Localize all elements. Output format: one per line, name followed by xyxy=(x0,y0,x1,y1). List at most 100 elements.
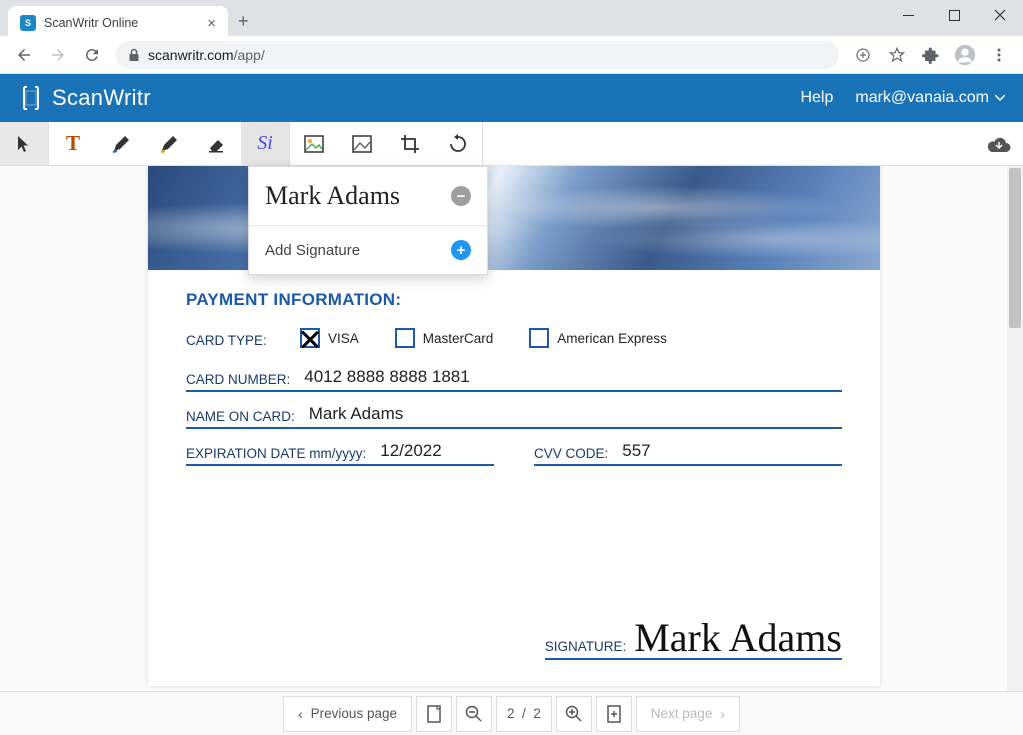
name-on-card-row: NAME ON CARD: Mark Adams xyxy=(186,404,842,429)
insert-picture-tool-button[interactable] xyxy=(338,122,386,165)
section-title: PAYMENT INFORMATION: xyxy=(186,290,842,310)
new-tab-button[interactable]: + xyxy=(238,11,249,32)
select-tool-button[interactable] xyxy=(0,122,48,165)
help-link[interactable]: Help xyxy=(800,89,833,107)
pen-tool-button[interactable] xyxy=(97,122,145,165)
page-total: 2 xyxy=(533,706,541,721)
signature-line: SIGNATURE: Mark Adams xyxy=(545,618,842,660)
export-cloud-button[interactable] xyxy=(975,122,1023,165)
app-header: ScanWritr Help mark@vanaia.com xyxy=(0,74,1023,122)
add-signature-button[interactable]: + xyxy=(451,240,471,260)
card-number-label: CARD NUMBER: xyxy=(186,372,290,387)
rotate-tool-button[interactable] xyxy=(434,122,482,165)
rotate-icon xyxy=(448,134,468,154)
image-icon xyxy=(304,135,324,153)
scrollbar-thumb[interactable] xyxy=(1009,168,1021,328)
signature-item[interactable]: Mark Adams − xyxy=(249,167,487,225)
nav-reload-button[interactable] xyxy=(76,39,108,71)
profile-avatar-icon[interactable] xyxy=(949,39,981,71)
page-current: 2 xyxy=(507,706,515,721)
text-tool-button[interactable]: T xyxy=(49,122,97,165)
add-signature-item[interactable]: Add Signature + xyxy=(249,225,487,274)
browser-address-bar: scanwritr.com/app/ xyxy=(0,36,1023,74)
name-on-card-value: Mark Adams xyxy=(309,404,403,424)
zoom-badge-icon[interactable] xyxy=(847,39,879,71)
extensions-icon[interactable] xyxy=(915,39,947,71)
document-canvas: PAYMENT INFORMATION: CARD TYPE: VISA Mas… xyxy=(0,166,1023,691)
previous-page-button[interactable]: ‹ Previous page xyxy=(283,696,412,732)
cloud-download-icon xyxy=(987,135,1011,153)
nav-back-button[interactable] xyxy=(8,39,40,71)
next-page-button[interactable]: Next page › xyxy=(636,696,740,732)
zoom-out-button[interactable] xyxy=(456,696,492,732)
app-title: ScanWritr xyxy=(52,85,151,111)
picture-icon xyxy=(352,135,372,153)
vertical-scrollbar[interactable] xyxy=(1007,166,1023,691)
crop-tool-button[interactable] xyxy=(386,122,434,165)
page-add-icon xyxy=(606,705,622,723)
app-logo-icon xyxy=(18,85,44,111)
remove-signature-button[interactable]: − xyxy=(451,186,471,206)
nav-forward-button[interactable] xyxy=(42,39,74,71)
card-type-mastercard[interactable]: MasterCard xyxy=(395,328,494,348)
chevron-right-icon: › xyxy=(720,706,725,722)
expiration-row: EXPIRATION DATE mm/yyyy: 12/2022 xyxy=(186,441,494,466)
bookmark-star-icon[interactable] xyxy=(881,39,913,71)
signature-dropdown: Mark Adams − Add Signature + xyxy=(248,166,488,275)
url-text: scanwritr.com/app/ xyxy=(148,47,265,63)
insert-image-tool-button[interactable] xyxy=(290,122,338,165)
zoom-in-icon xyxy=(565,705,583,723)
cvv-label: CVV CODE: xyxy=(534,446,608,461)
window-controls xyxy=(885,0,1023,30)
pen-icon xyxy=(111,134,131,154)
expiration-value: 12/2022 xyxy=(380,441,441,461)
lock-icon xyxy=(128,48,140,62)
card-type-row: CARD TYPE: VISA MasterCard American Expr… xyxy=(186,328,842,351)
user-menu[interactable]: mark@vanaia.com xyxy=(855,89,1005,107)
user-email: mark@vanaia.com xyxy=(855,89,989,107)
signature-label: SIGNATURE: xyxy=(545,639,627,658)
eraser-tool-button[interactable] xyxy=(193,122,241,165)
eraser-icon xyxy=(207,135,227,153)
card-type-visa[interactable]: VISA xyxy=(300,328,359,348)
card-number-value: 4012 8888 8888 1881 xyxy=(304,367,469,387)
checkbox-checked-icon xyxy=(300,328,320,348)
name-on-card-label: NAME ON CARD: xyxy=(186,409,295,424)
card-type-amex[interactable]: American Express xyxy=(529,328,667,348)
cvv-row: CVV CODE: 557 xyxy=(534,441,842,466)
browser-menu-icon[interactable] xyxy=(983,39,1015,71)
signature-icon: Si xyxy=(257,132,273,155)
checkbox-icon xyxy=(395,328,415,348)
tab-close-button[interactable]: × xyxy=(207,15,216,32)
zoom-in-button[interactable] xyxy=(556,696,592,732)
favicon-icon: S xyxy=(20,15,36,31)
signature-image: Mark Adams xyxy=(634,618,842,658)
tab-title: ScanWritr Online xyxy=(44,16,207,30)
page-icon xyxy=(426,705,442,723)
text-t-icon: T xyxy=(66,131,80,156)
zoom-out-icon xyxy=(465,705,483,723)
page-thumbnail-button[interactable] xyxy=(416,696,452,732)
cursor-icon xyxy=(16,135,32,153)
marker-icon xyxy=(159,134,179,154)
add-signature-label: Add Signature xyxy=(265,242,360,259)
browser-titlebar: S ScanWritr Online × + xyxy=(0,0,1023,36)
marker-tool-button[interactable] xyxy=(145,122,193,165)
url-field[interactable]: scanwritr.com/app/ xyxy=(116,41,839,69)
signature-tool-button[interactable]: Si xyxy=(241,122,289,165)
card-type-label: CARD TYPE: xyxy=(186,333,286,348)
browser-tab[interactable]: S ScanWritr Online × xyxy=(8,6,228,40)
window-minimize-button[interactable] xyxy=(885,0,931,30)
signature-preview: Mark Adams xyxy=(265,181,400,211)
editor-toolbar: T Si xyxy=(0,122,1023,166)
pagination-bar: ‹ Previous page 2 / 2 Next page › xyxy=(0,691,1023,735)
checkbox-icon xyxy=(529,328,549,348)
page-indicator: 2 / 2 xyxy=(496,696,552,732)
cvv-value: 557 xyxy=(622,441,650,461)
crop-icon xyxy=(400,134,420,154)
chevron-left-icon: ‹ xyxy=(298,706,303,722)
window-close-button[interactable] xyxy=(977,0,1023,30)
card-number-row: CARD NUMBER: 4012 8888 8888 1881 xyxy=(186,367,842,392)
window-maximize-button[interactable] xyxy=(931,0,977,30)
add-page-button[interactable] xyxy=(596,696,632,732)
